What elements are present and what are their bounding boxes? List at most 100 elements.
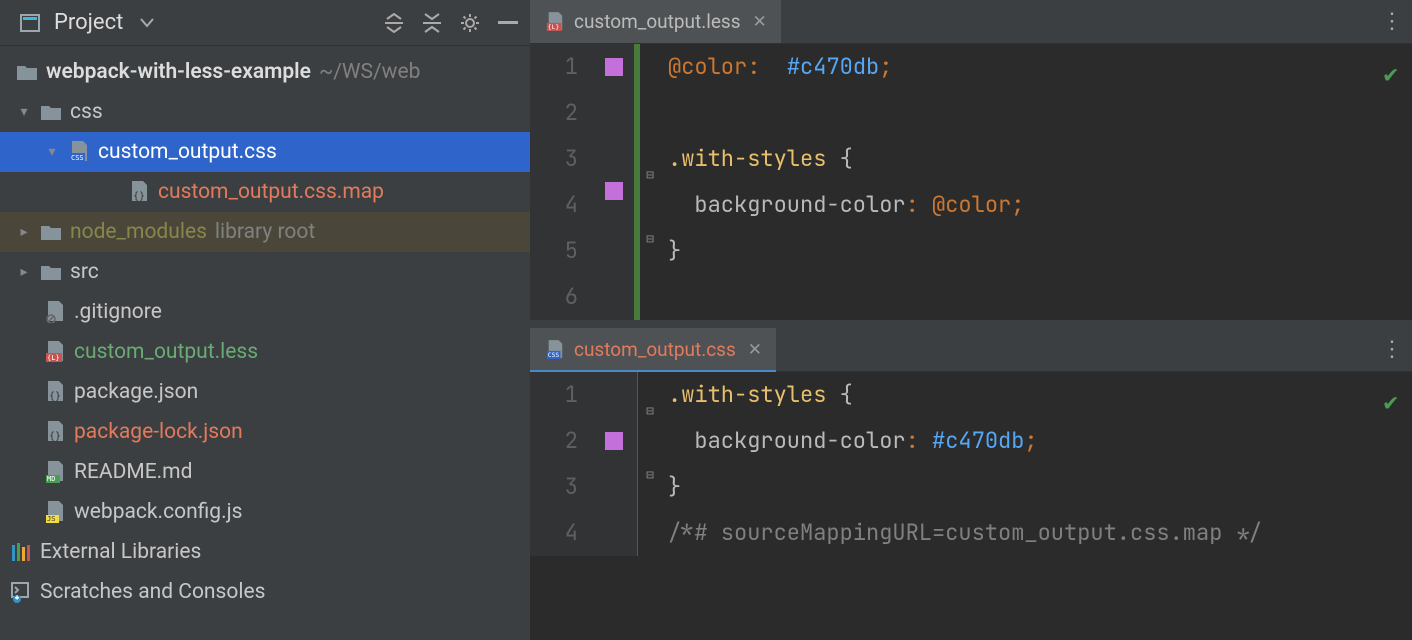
ok-check-icon: ✔	[1384, 52, 1398, 98]
vcs-change-stripe	[634, 44, 640, 320]
editor-top: {L} custom_output.less ✕ ⋮ 1 2 3 4 5 6	[530, 0, 1412, 320]
svg-text:CSS: CSS	[548, 352, 560, 359]
json-file-icon: {}	[128, 181, 150, 203]
color-swatch[interactable]	[605, 182, 623, 200]
chevron-right-icon: ▸	[16, 224, 32, 240]
less-file-icon: {L}	[544, 11, 566, 33]
tab-menu-icon[interactable]: ⋮	[1372, 328, 1412, 371]
icon-gutter	[590, 44, 638, 320]
svg-text:{}: {}	[49, 431, 61, 442]
expand-all-icon[interactable]	[380, 9, 408, 37]
root-name: webpack-with-less-example	[46, 60, 311, 84]
tree-file-css-map[interactable]: {} custom_output.css.map	[0, 172, 530, 212]
file-label: custom_output.less	[74, 340, 258, 364]
tree-file-webpack-config[interactable]: JS webpack.config.js	[0, 492, 530, 532]
file-label: README.md	[74, 460, 192, 484]
tab-bar-top: {L} custom_output.less ✕ ⋮	[530, 0, 1412, 44]
close-icon[interactable]: ✕	[753, 12, 767, 32]
svg-text:CSS: CSS	[71, 154, 84, 162]
panel-title: Project	[54, 10, 123, 35]
fold-end-icon[interactable]: ⊟	[646, 216, 654, 262]
tab-custom-output-css[interactable]: CSS custom_output.css ✕	[530, 328, 776, 371]
tree-file-custom-output-less[interactable]: {L} custom_output.less	[0, 332, 530, 372]
icon-gutter	[590, 372, 638, 556]
scratches-and-consoles[interactable]: Scratches and Consoles	[0, 572, 530, 612]
library-root-label: library root	[215, 220, 315, 244]
svg-text:{}: {}	[49, 391, 61, 402]
svg-text:{L}: {L}	[47, 354, 60, 362]
folder-icon	[40, 261, 62, 283]
editor-bottom: CSS custom_output.css ✕ ⋮ 1 2 3 4 ⊟	[530, 328, 1412, 640]
scratches-icon	[10, 581, 32, 603]
tab-menu-icon[interactable]: ⋮	[1372, 0, 1412, 43]
folder-icon	[40, 221, 62, 243]
color-swatch[interactable]	[605, 432, 623, 450]
project-panel: Project webpack-with-less-example ~/WS/w…	[0, 0, 530, 640]
root-path: ~/WS/web	[319, 60, 420, 84]
code-editor-css[interactable]: 1 2 3 4 ⊟ ⊟ ✔ .with-styles { background-…	[530, 372, 1412, 556]
code-area[interactable]: ✔ @color: #c470db; .with-styles { backgr…	[662, 44, 1412, 320]
project-tree: webpack-with-less-example ~/WS/web ▾ css…	[0, 46, 530, 640]
library-icon	[10, 541, 32, 563]
dropdown-icon[interactable]	[133, 9, 161, 37]
tree-folder-node-modules[interactable]: ▸ node_modules library root	[0, 212, 530, 252]
tab-custom-output-less[interactable]: {L} custom_output.less ✕	[530, 0, 781, 43]
code-area[interactable]: ✔ .with-styles { background-color: #c470…	[662, 372, 1412, 556]
file-label: custom_output.css.map	[158, 180, 384, 204]
file-label: .gitignore	[74, 300, 162, 324]
css-file-icon: CSS	[68, 141, 90, 163]
json-file-icon: {}	[44, 421, 66, 443]
folder-label: src	[70, 260, 99, 284]
tree-file-package-lock-json[interactable]: {} package-lock.json	[0, 412, 530, 452]
svg-text:JS: JS	[47, 515, 55, 523]
tab-label: custom_output.less	[574, 10, 741, 33]
ok-check-icon: ✔	[1384, 380, 1398, 426]
svg-text:{}: {}	[133, 191, 145, 202]
close-icon[interactable]: ✕	[748, 340, 762, 360]
fold-gutter: ⊟ ⊟	[638, 372, 662, 556]
tree-file-readme[interactable]: MD README.md	[0, 452, 530, 492]
project-view-icon	[16, 9, 44, 37]
less-file-icon: {L}	[44, 341, 66, 363]
chevron-right-icon: ▸	[16, 264, 32, 280]
collapse-all-icon[interactable]	[418, 9, 446, 37]
label: Scratches and Consoles	[40, 580, 265, 604]
code-editor-less[interactable]: 1 2 3 4 5 6 ⊟ ⊟ ✔ @color: #c470	[530, 44, 1412, 320]
svg-text:{L}: {L}	[548, 24, 560, 31]
file-label: package.json	[74, 380, 198, 404]
folder-icon	[16, 61, 38, 83]
editor-splitter[interactable]	[530, 320, 1412, 328]
chevron-down-icon: ▾	[16, 104, 32, 120]
folder-icon	[40, 101, 62, 123]
color-swatch[interactable]	[605, 58, 623, 76]
editor-area: {L} custom_output.less ✕ ⋮ 1 2 3 4 5 6	[530, 0, 1412, 640]
fold-end-icon[interactable]: ⊟	[646, 452, 654, 498]
file-label: webpack.config.js	[74, 500, 243, 524]
js-file-icon: JS	[44, 501, 66, 523]
tree-folder-src[interactable]: ▸ src	[0, 252, 530, 292]
file-icon	[44, 301, 66, 323]
tree-file-custom-output-css[interactable]: ▾ CSS custom_output.css	[0, 132, 530, 172]
json-file-icon: {}	[44, 381, 66, 403]
fold-start-icon[interactable]: ⊟	[646, 152, 654, 198]
line-number-gutter: 1 2 3 4	[530, 372, 590, 556]
md-file-icon: MD	[44, 461, 66, 483]
hide-icon[interactable]	[494, 9, 522, 37]
line-number-gutter: 1 2 3 4 5 6	[530, 44, 590, 320]
folder-label: node_modules	[70, 220, 207, 244]
tree-folder-css[interactable]: ▾ css	[0, 92, 530, 132]
tab-label: custom_output.css	[574, 338, 736, 361]
external-libraries[interactable]: External Libraries	[0, 532, 530, 572]
fold-gutter: ⊟ ⊟	[638, 44, 662, 320]
tree-file-package-json[interactable]: {} package.json	[0, 372, 530, 412]
tree-root[interactable]: webpack-with-less-example ~/WS/web	[0, 52, 530, 92]
tab-bar-bottom: CSS custom_output.css ✕ ⋮	[530, 328, 1412, 372]
gear-icon[interactable]	[456, 9, 484, 37]
fold-start-icon[interactable]: ⊟	[646, 388, 654, 434]
svg-text:MD: MD	[47, 475, 55, 483]
label: External Libraries	[40, 540, 201, 564]
tree-file-gitignore[interactable]: .gitignore	[0, 292, 530, 332]
folder-label: css	[70, 100, 103, 124]
file-label: package-lock.json	[74, 420, 243, 444]
chevron-down-icon: ▾	[44, 144, 60, 160]
